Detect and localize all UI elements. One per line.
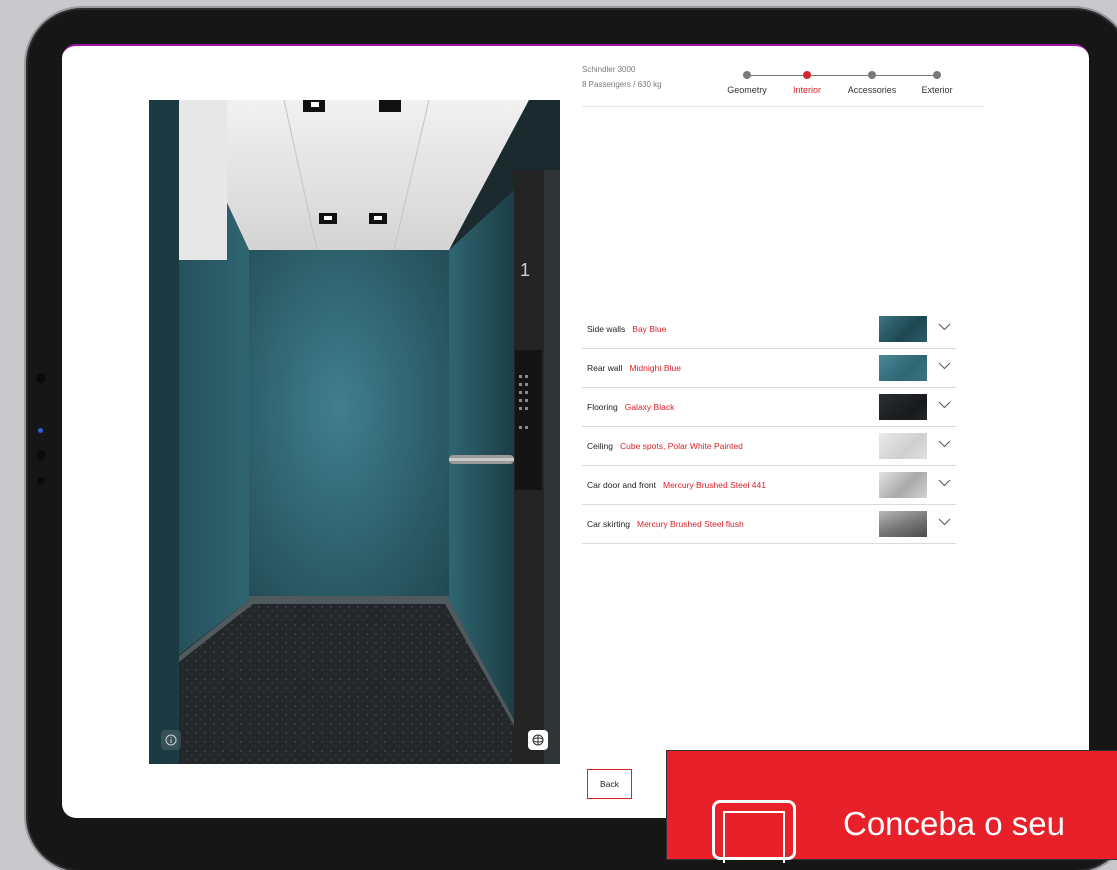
- option-name: Rear wall: [587, 363, 623, 373]
- option-value: Cube spots, Polar White Painted: [620, 441, 743, 451]
- option-value: Midnight Blue: [629, 363, 681, 373]
- option-name: Ceiling: [587, 441, 613, 451]
- chevron-down-icon[interactable]: [938, 401, 951, 409]
- configurator-screen: 1 Schindler 3000 8 Passengers / 630 kg G…: [62, 44, 1089, 818]
- tablet-sensor: [36, 450, 46, 460]
- chevron-down-icon[interactable]: [938, 362, 951, 370]
- step-label: Exterior: [921, 85, 953, 95]
- tablet-icon: [712, 800, 796, 863]
- option-swatch[interactable]: [879, 394, 927, 420]
- step-exterior[interactable]: Exterior: [902, 70, 972, 95]
- option-name: Side walls: [587, 324, 626, 334]
- option-name: Car skirting: [587, 519, 630, 529]
- elevator-preview[interactable]: 1: [149, 100, 560, 764]
- step-accessories[interactable]: Accessories: [837, 70, 907, 95]
- promo-text: Conceba o seu: [843, 805, 1065, 842]
- product-info: Schindler 3000 8 Passengers / 630 kg: [582, 62, 662, 92]
- step-dot: [743, 71, 751, 79]
- step-interior[interactable]: Interior: [772, 70, 842, 95]
- step-navigation: Geometry Interior Accessories Exterior: [717, 70, 1017, 100]
- option-swatch[interactable]: [879, 355, 927, 381]
- step-label: Interior: [792, 85, 821, 95]
- option-rear-wall[interactable]: Rear wall Midnight Blue: [582, 349, 956, 388]
- option-name: Flooring: [587, 402, 618, 412]
- option-name: Car door and front: [587, 480, 656, 490]
- option-value: Bay Blue: [632, 324, 667, 334]
- option-ceiling[interactable]: Ceiling Cube spots, Polar White Painted: [582, 427, 956, 466]
- chevron-down-icon[interactable]: [938, 479, 951, 487]
- option-car-door-and-front[interactable]: Car door and front Mercury Brushed Steel…: [582, 466, 956, 505]
- chevron-down-icon[interactable]: [938, 440, 951, 448]
- option-swatch[interactable]: [879, 433, 927, 459]
- option-flooring[interactable]: Flooring Galaxy Black: [582, 388, 956, 427]
- step-label: Accessories: [847, 85, 897, 95]
- option-side-walls[interactable]: Side walls Bay Blue: [582, 310, 956, 349]
- product-name: Schindler 3000: [582, 65, 636, 74]
- option-car-skirting[interactable]: Car skirting Mercury Brushed Steel flush: [582, 505, 956, 544]
- header-divider: [582, 106, 984, 107]
- tablet-icon-screen: [723, 811, 785, 863]
- option-swatch[interactable]: [879, 316, 927, 342]
- interior-options-list: Side walls Bay Blue Rear wall Midnight B…: [582, 310, 956, 544]
- option-value: Mercury Brushed Steel flush: [636, 519, 744, 529]
- option-swatch[interactable]: [879, 472, 927, 498]
- back-button[interactable]: Back: [587, 769, 632, 799]
- step-dot: [868, 71, 876, 79]
- floor-indicator: 1: [520, 260, 531, 280]
- rotate-view-button[interactable]: [528, 730, 548, 750]
- tablet-camera: [38, 428, 43, 433]
- step-dot: [803, 71, 811, 79]
- step-dot: [933, 71, 941, 79]
- tablet-sensor: [36, 373, 46, 383]
- info-button[interactable]: [161, 730, 181, 750]
- chevron-down-icon[interactable]: [938, 518, 951, 526]
- promo-banner[interactable]: Conceba o seu: [666, 750, 1117, 863]
- tablet-sensor: [37, 477, 45, 485]
- option-value: Galaxy Black: [624, 402, 675, 412]
- info-icon: [165, 734, 177, 746]
- product-capacity: 8 Passengers / 630 kg: [582, 80, 662, 89]
- option-swatch[interactable]: [879, 511, 927, 537]
- rotate-3d-icon: [532, 734, 544, 746]
- option-value: Mercury Brushed Steel 441: [662, 480, 766, 490]
- elevator-render: [149, 100, 560, 764]
- chevron-down-icon[interactable]: [938, 323, 951, 331]
